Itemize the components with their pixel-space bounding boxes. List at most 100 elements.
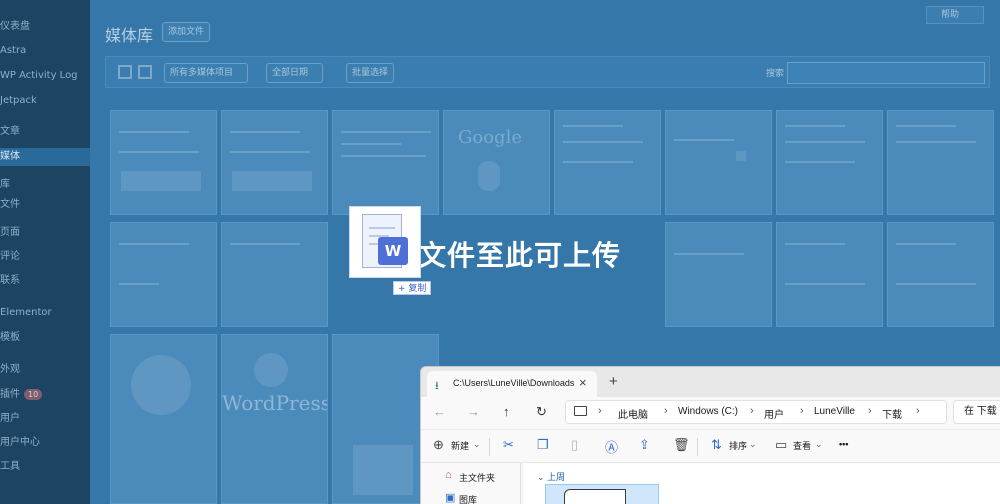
navigation-bar: ← → ↑ ↻ › 此电脑 › Windows (C:) › 用户 › Lune… [421,397,1000,429]
media-thumbnail[interactable] [221,222,328,327]
wp-admin-sidebar: 仪表盘 Astra WP Activity Log Jetpack 文章 媒体 … [0,0,90,504]
dragged-word-document-icon[interactable]: W [349,206,421,278]
media-thumbnail[interactable] [887,110,994,215]
plus-circle-icon: ⊕ [433,437,444,452]
help-button[interactable]: 帮助 [926,6,984,24]
this-pc-icon [574,406,587,416]
media-thumbnail[interactable] [665,110,772,215]
media-thumbnail[interactable] [332,110,439,215]
file-item-selected[interactable] [545,484,659,504]
tab-strip: ⭳ C:\Users\LuneVille\Downloads × + [421,367,1000,397]
list-view-icon[interactable] [118,65,132,79]
group-header-last-week[interactable]: ⌄ 上周 [537,470,565,483]
forward-arrow-icon[interactable]: → [467,404,480,419]
sidebar-item-label: 插件 [0,389,20,400]
chevron-right-icon: › [750,405,754,417]
media-thumbnail[interactable] [221,110,328,215]
media-toolbar: 所有多媒体项目 全部日期 批量选择 搜索 [105,56,990,88]
chevron-right-icon: › [598,405,602,417]
word-icon: W [378,237,408,265]
add-file-button[interactable]: 添加文件 [162,22,211,42]
search-input[interactable]: 在 下载 中 [953,400,1000,424]
page-title: 媒体库 [105,26,154,45]
address-bar[interactable]: › 此电脑 › Windows (C:) › 用户 › LuneVille › … [565,400,947,424]
sidebar-item-comments[interactable]: 评论 [0,248,20,266]
sidebar-item-media[interactable]: 媒体 [0,148,90,166]
media-thumbnail[interactable]: Google [443,110,550,215]
sidebar-item-pages[interactable]: 页面 [0,224,20,242]
media-type-filter[interactable]: 所有多媒体项目 [164,63,249,83]
media-thumbnail[interactable] [554,110,661,215]
grid-view-icon[interactable] [138,65,152,79]
sidebar-item-templates[interactable]: 模板 [0,329,20,347]
download-folder-icon: ⭳ [435,380,439,392]
media-thumbnail[interactable] [887,222,994,327]
breadcrumb-windows-c[interactable]: Windows (C:) [678,406,738,417]
media-thumbnail[interactable] [776,222,883,327]
chevron-right-icon: › [916,405,920,417]
sidebar-item-contact[interactable]: 联系 [0,272,20,290]
file-explorer-window: ⭳ C:\Users\LuneVille\Downloads × + ← → ↑… [420,366,1000,504]
sidebar-item-files[interactable]: 文件 [0,196,20,214]
sidebar-item-tools[interactable]: 工具 [0,458,20,476]
media-search-input[interactable] [787,62,985,84]
chevron-right-icon: › [868,405,872,417]
media-thumbnail[interactable] [776,110,883,215]
breadcrumb-this-pc[interactable]: 此电脑 [618,406,648,421]
file-icon [564,489,626,504]
new-tab-button[interactable]: + [609,373,618,390]
breadcrumb-lunevillle[interactable]: LuneVille [814,406,855,417]
copy-icon[interactable]: ❐ [537,437,549,453]
cut-icon[interactable]: ✂ [503,437,514,453]
view-icon: ▭ [775,437,788,452]
sidebar-item-plugins[interactable]: 插件 10 [0,386,43,404]
home-icon: ⌂ [445,469,452,481]
delete-icon[interactable]: 🗑 [673,437,690,453]
view-button[interactable]: 查看 [793,439,811,452]
nav-item-home[interactable]: 主文件夹 [459,471,495,484]
chevron-down-icon: ⌄ [537,472,548,482]
sidebar-item-activity-log[interactable]: WP Activity Log [0,67,78,85]
date-filter[interactable]: 全部日期 [266,63,324,83]
tab-downloads[interactable]: ⭳ C:\Users\LuneVille\Downloads × [427,371,597,397]
copy-badge: + 复制 [393,281,432,295]
sidebar-item-user-center[interactable]: 用户中心 [0,434,40,452]
rename-icon[interactable]: Ⓐ [605,437,618,456]
command-bar: ⊕ 新建 ⌄ ✂ ❐ ▯ Ⓐ ⇪ 🗑 ⇅ 排序 ⌄ ▭ 查看 ⌄ ••• [421,429,1000,463]
sidebar-item-elementor[interactable]: Elementor [0,304,52,322]
media-thumbnail[interactable] [110,222,217,327]
media-thumbnail[interactable] [665,222,772,327]
more-options-button[interactable]: ••• [839,439,848,449]
breadcrumb-users[interactable]: 用户 [764,406,784,421]
thumbnail-text: Google [458,127,522,148]
navigation-pane: ⌂ 主文件夹 ▣ 图库 [421,463,521,504]
up-arrow-icon[interactable]: ↑ [503,404,510,419]
search-label: 搜索 [765,69,784,79]
chevron-right-icon: › [800,405,804,417]
close-tab-icon[interactable]: × [579,375,587,390]
bulk-select-button[interactable]: 批量选择 [346,63,395,83]
sidebar-item-dashboard[interactable]: 仪表盘 [0,18,30,36]
sidebar-item-astra[interactable]: Astra [0,42,26,60]
sidebar-item-library[interactable]: 库 [0,176,10,194]
refresh-icon[interactable]: ↻ [536,404,547,420]
media-thumbnail[interactable]: WordPress [221,334,328,504]
file-list: ⌄ 上周 [523,463,1000,504]
new-button[interactable]: 新建 [451,439,469,452]
media-thumbnail[interactable] [110,110,217,215]
sort-button[interactable]: 排序 [729,439,747,452]
paste-icon[interactable]: ▯ [571,437,578,453]
thumbnail-text: WordPress [222,391,328,415]
sidebar-item-appearance[interactable]: 外观 [0,361,20,379]
chevron-right-icon: › [664,405,668,417]
breadcrumb-downloads[interactable]: 下载 [882,406,902,421]
back-arrow-icon[interactable]: ← [433,404,446,419]
sidebar-item-jetpack[interactable]: Jetpack [0,92,37,110]
share-icon[interactable]: ⇪ [639,437,650,453]
drop-to-upload-text: 文件至此可上传 [418,239,622,272]
media-thumbnail[interactable] [110,334,217,504]
sidebar-item-posts[interactable]: 文章 [0,123,20,141]
nav-item-gallery[interactable]: 图库 [459,493,477,504]
chevron-down-icon: ⌄ [749,439,757,449]
sidebar-item-users[interactable]: 用户 [0,410,20,428]
